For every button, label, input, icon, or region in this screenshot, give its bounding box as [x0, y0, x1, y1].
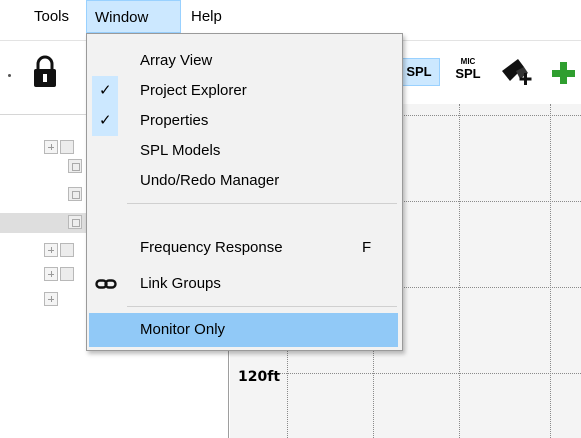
- speaker-icon: [68, 159, 82, 173]
- menu-item-shortcut: F: [362, 239, 372, 256]
- folder-icon: [60, 140, 74, 154]
- menu-item-array-view[interactable]: Array View: [87, 46, 402, 76]
- menu-item-label: Array View: [140, 52, 213, 69]
- expand-icon[interactable]: [44, 267, 58, 281]
- grid-line: [459, 104, 460, 438]
- menu-window[interactable]: Window: [86, 0, 181, 33]
- menu-item-project-explorer[interactable]: ✓ Project Explorer: [87, 76, 402, 106]
- menu-item-label: Frequency Response: [140, 239, 283, 256]
- spl-button[interactable]: SPL: [398, 58, 440, 86]
- toolbar-overflow-dot: [8, 74, 11, 77]
- menu-item-label: SPL Models: [140, 142, 221, 159]
- check-mark-icon: ✓: [92, 106, 118, 136]
- menu-separator: [127, 203, 397, 204]
- lock-icon[interactable]: [28, 53, 62, 91]
- mic-spl-label: SPL: [455, 66, 481, 81]
- menu-item-monitor-only[interactable]: Monitor Only: [89, 313, 398, 347]
- menu-item-undo-redo-manager[interactable]: Undo/Redo Manager: [87, 166, 402, 196]
- menu-item-label: Link Groups: [140, 275, 221, 292]
- menu-item-properties[interactable]: ✓ Properties: [87, 106, 402, 136]
- distance-label: 120ft: [238, 369, 281, 385]
- speaker-icon: [68, 215, 82, 229]
- menu-separator: [127, 306, 397, 307]
- add-icon[interactable]: [547, 53, 581, 91]
- grid-line: [275, 373, 581, 374]
- window-menu: Array View ✓ Project Explorer ✓ Properti…: [86, 33, 403, 351]
- link-icon: [95, 276, 117, 292]
- expand-icon[interactable]: [44, 140, 58, 154]
- menu-item-label: Undo/Redo Manager: [140, 172, 280, 189]
- folder-icon: [60, 243, 74, 257]
- grid-line: [550, 104, 551, 438]
- menu-bar: Tools Window Help: [0, 0, 581, 33]
- menu-item-label: Project Explorer: [140, 82, 247, 99]
- menu-help[interactable]: Help: [183, 0, 230, 33]
- folder-icon: [60, 267, 74, 281]
- speaker-icon: [68, 187, 82, 201]
- menu-item-frequency-response[interactable]: Frequency Response F: [87, 233, 402, 263]
- menu-item-link-groups[interactable]: Link Groups: [87, 269, 402, 299]
- expand-icon[interactable]: [44, 292, 58, 306]
- expand-icon[interactable]: [44, 243, 58, 257]
- mic-spl-button[interactable]: MIC SPL: [448, 53, 488, 91]
- menu-tools[interactable]: Tools: [26, 0, 77, 33]
- check-mark-icon: ✓: [92, 76, 118, 106]
- menu-item-label: Monitor Only: [140, 321, 226, 338]
- menu-item-spl-models[interactable]: SPL Models: [87, 136, 402, 166]
- menu-item-label: Properties: [140, 112, 209, 129]
- add-array-icon[interactable]: [498, 55, 538, 91]
